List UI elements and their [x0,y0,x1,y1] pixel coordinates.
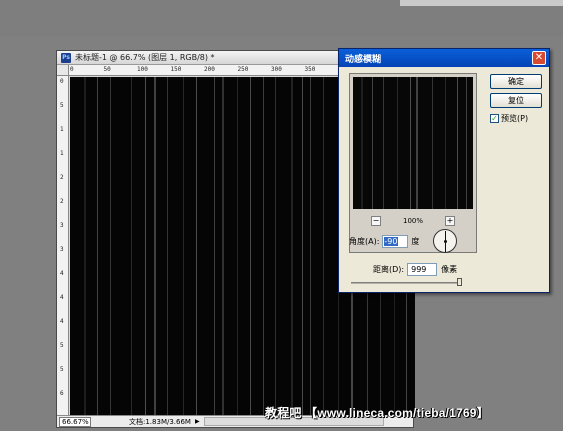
zoom-field[interactable]: 66.67% [59,416,91,427]
canvas-streak [410,77,411,209]
angle-unit: 度 [411,237,420,246]
canvas-streak [291,77,293,417]
angle-dial-center [444,240,447,243]
preview-zoom-level: 100% [402,217,423,225]
ruler-v-tick: 4 [60,294,64,301]
preview-zoom-controls: − 100% + [350,214,476,228]
canvas-streak [110,77,111,417]
canvas-streak [416,77,418,209]
ruler-v-tick: 2 [60,174,64,181]
canvas-streak [145,77,146,417]
canvas-streak [372,77,373,209]
motion-blur-dialog: 动感模糊 ✕ − 100% + 确定 复位 ✓ 预览(P) 角度(A): -90… [338,48,550,293]
ruler-v-tick: 6 [60,390,64,397]
canvas-streak [263,77,264,417]
canvas-streak [183,77,184,417]
document-info[interactable]: 文档:1.83M/3.66M [129,417,191,427]
ruler-corner[interactable] [57,65,69,76]
canvas-streak [250,77,251,417]
close-icon[interactable]: ✕ [532,51,546,65]
ruler-h-tick: 100 [137,66,148,73]
ruler-h-tick: 350 [304,66,316,73]
canvas-streak [466,77,467,209]
canvas-streak [432,77,433,209]
ruler-v-tick: 3 [60,246,64,253]
preview-option[interactable]: ✓ 预览(P) [490,113,528,124]
canvas-streak [445,77,446,209]
workspace-top-strip [400,0,563,6]
canvas-streak [154,77,156,417]
canvas-streak [383,77,384,209]
ruler-h-tick: 200 [204,66,215,73]
canvas-streak [167,77,168,417]
preview-checkbox[interactable]: ✓ [490,114,499,123]
canvas-streak [97,77,98,417]
canvas-streak [302,77,303,417]
vertical-ruler[interactable]: 0 5 1 1 2 2 3 3 4 4 4 5 5 6 [57,76,69,416]
canvas-streak [196,77,197,417]
canvas-streak [84,77,86,417]
canvas-streak [397,77,398,209]
canvas-streak [222,77,224,417]
distance-slider-track[interactable] [351,282,459,284]
dialog-title: 动感模糊 [345,53,382,64]
canvas-streak [457,77,458,209]
ruler-v-tick: 5 [60,366,64,373]
distance-row: 距离(D): 999 像素 [373,263,457,276]
ok-button[interactable]: 确定 [490,74,542,89]
ruler-h-tick: 300 [271,66,282,73]
zoom-in-button[interactable]: + [445,216,455,226]
preview-image[interactable] [353,77,473,209]
ruler-v-tick: 1 [60,150,64,157]
canvas-streak [237,77,238,417]
angle-row: 角度(A): -90 度 [349,235,419,248]
distance-input[interactable]: 999 [407,263,438,276]
ruler-h-tick: 150 [170,66,182,73]
preview-checkbox-label[interactable]: 预览(P) [501,113,528,124]
ruler-v-tick: 4 [60,270,64,277]
preview-panel: − 100% + [349,73,477,253]
ruler-v-tick: 4 [60,318,64,325]
ruler-v-tick: 2 [60,198,64,205]
ruler-h-tick: 0 [70,66,74,73]
ruler-v-tick: 3 [60,222,64,229]
dialog-titlebar[interactable]: 动感模糊 [339,49,549,67]
angle-dial[interactable] [433,229,457,253]
distance-unit: 像素 [441,265,458,274]
ruler-v-tick: 5 [60,342,64,349]
photoshop-icon: Ps [61,52,71,63]
status-menu-arrow-icon[interactable]: ▶ [195,418,200,425]
reset-button[interactable]: 复位 [490,93,542,108]
ruler-v-tick: 1 [60,126,64,133]
ruler-h-tick: 250 [237,66,249,73]
angle-value: -90 [384,237,398,246]
canvas-streak [214,77,215,417]
zoom-out-button[interactable]: − [370,216,381,226]
canvas-streak [361,77,363,209]
canvas-streak [310,77,311,417]
angle-label: 角度(A): [349,237,380,246]
document-title: 未标题-1 @ 66.7% (图层 1, RGB/8) * [75,53,215,62]
ruler-v-tick: 5 [60,102,64,109]
distance-slider-thumb[interactable] [456,278,462,286]
ruler-h-tick: 50 [103,66,111,73]
angle-input[interactable]: -90 [382,235,409,248]
canvas-streak [131,77,132,417]
canvas-streak [323,77,324,417]
canvas-streak [275,77,276,417]
watermark-text: 教程吧 【www.lineca.com/tieba/1769】 [265,406,489,420]
ruler-v-tick: 0 [60,78,64,85]
distance-label: 距离(D): [373,265,405,274]
